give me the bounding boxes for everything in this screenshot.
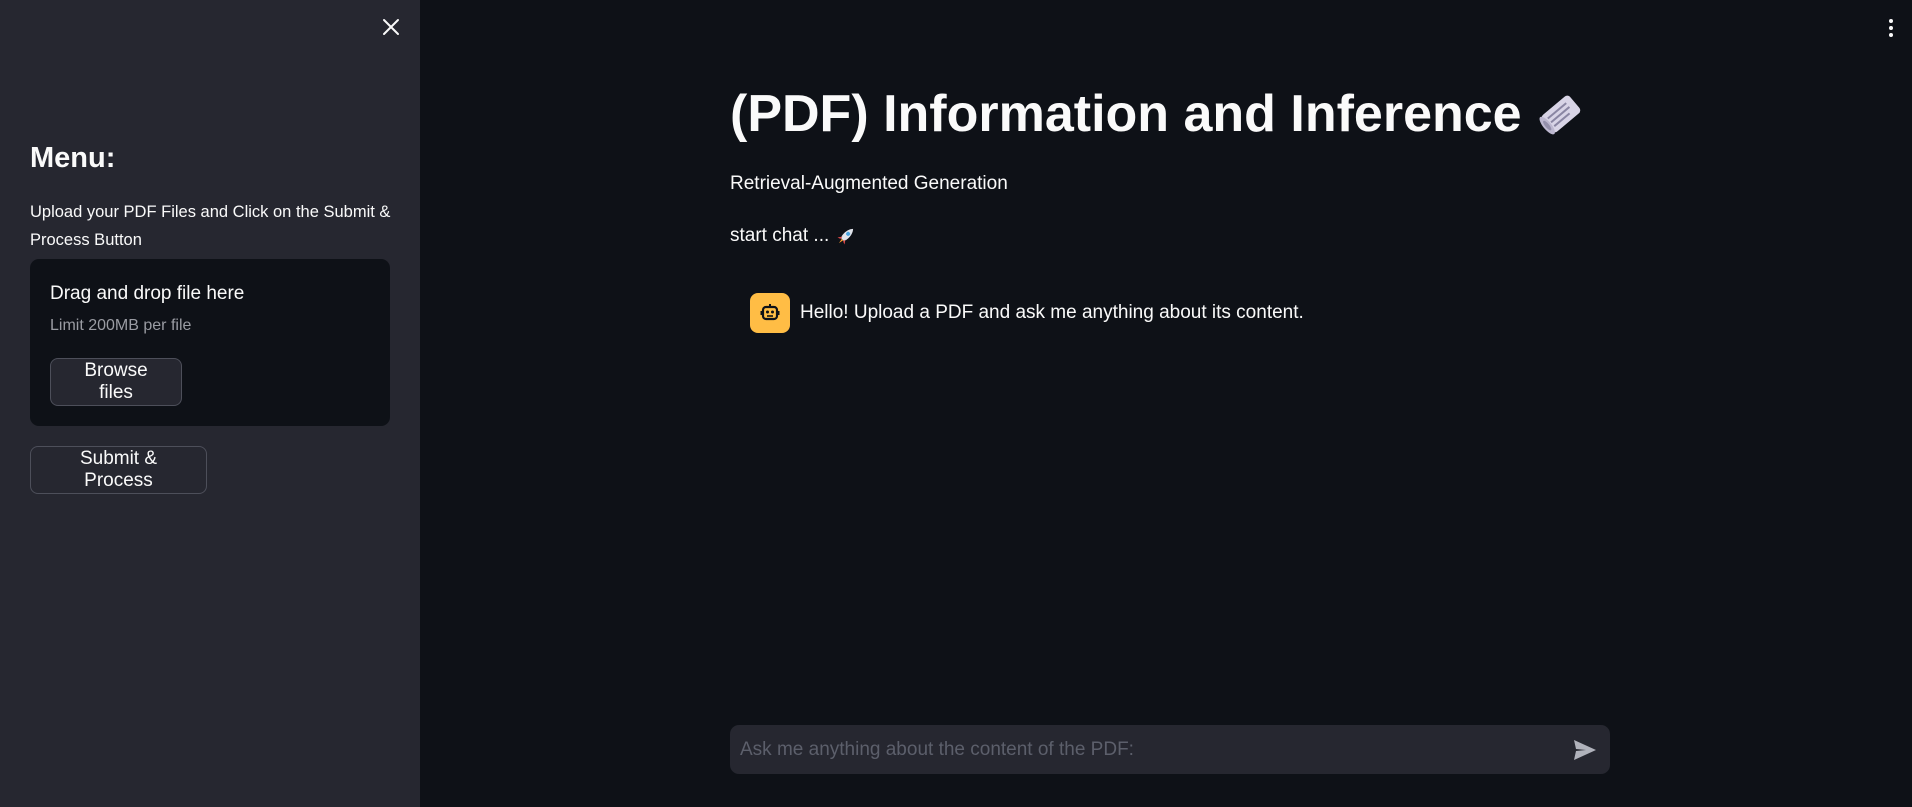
main-menu-button[interactable] — [1880, 14, 1902, 42]
newspaper-roll-icon — [1539, 95, 1580, 135]
robot-icon — [760, 304, 780, 321]
close-icon — [383, 19, 399, 35]
send-icon — [1574, 740, 1596, 760]
close-sidebar-button[interactable] — [378, 14, 404, 40]
file-uploader-dropzone[interactable]: Drag and drop file here Limit 200MB per … — [30, 259, 390, 426]
browse-files-button[interactable]: Browse files — [50, 358, 182, 406]
kebab-menu-icon — [1889, 19, 1893, 23]
rocket-icon — [837, 228, 854, 245]
sidebar-title: Menu: — [30, 142, 116, 174]
submit-process-button[interactable]: Submit & Process — [30, 446, 207, 494]
start-chat-label: start chat ... — [730, 225, 830, 246]
start-chat-text: start chat ... — [730, 225, 857, 247]
assistant-avatar — [750, 293, 790, 333]
uploader-title: Drag and drop file here — [50, 283, 245, 304]
page-title: (PDF) Information and Inference — [730, 84, 1588, 144]
app: Menu: Upload your PDF Files and Click on… — [0, 0, 1912, 807]
chat-input[interactable] — [730, 725, 1550, 774]
page-title-text: (PDF) Information and Inference — [730, 85, 1522, 143]
sidebar: Menu: Upload your PDF Files and Click on… — [0, 0, 420, 807]
page-subtitle: Retrieval-Augmented Generation — [730, 173, 1008, 194]
uploader-limit: Limit 200MB per file — [50, 317, 192, 334]
sidebar-description: Upload your PDF Files and Click on the S… — [30, 203, 391, 249]
chat-input-container — [730, 725, 1610, 774]
send-button[interactable] — [1572, 737, 1598, 763]
chat-message-assistant: Hello! Upload a PDF and ask me anything … — [750, 293, 1304, 333]
chat-message-text: Hello! Upload a PDF and ask me anything … — [800, 302, 1304, 323]
